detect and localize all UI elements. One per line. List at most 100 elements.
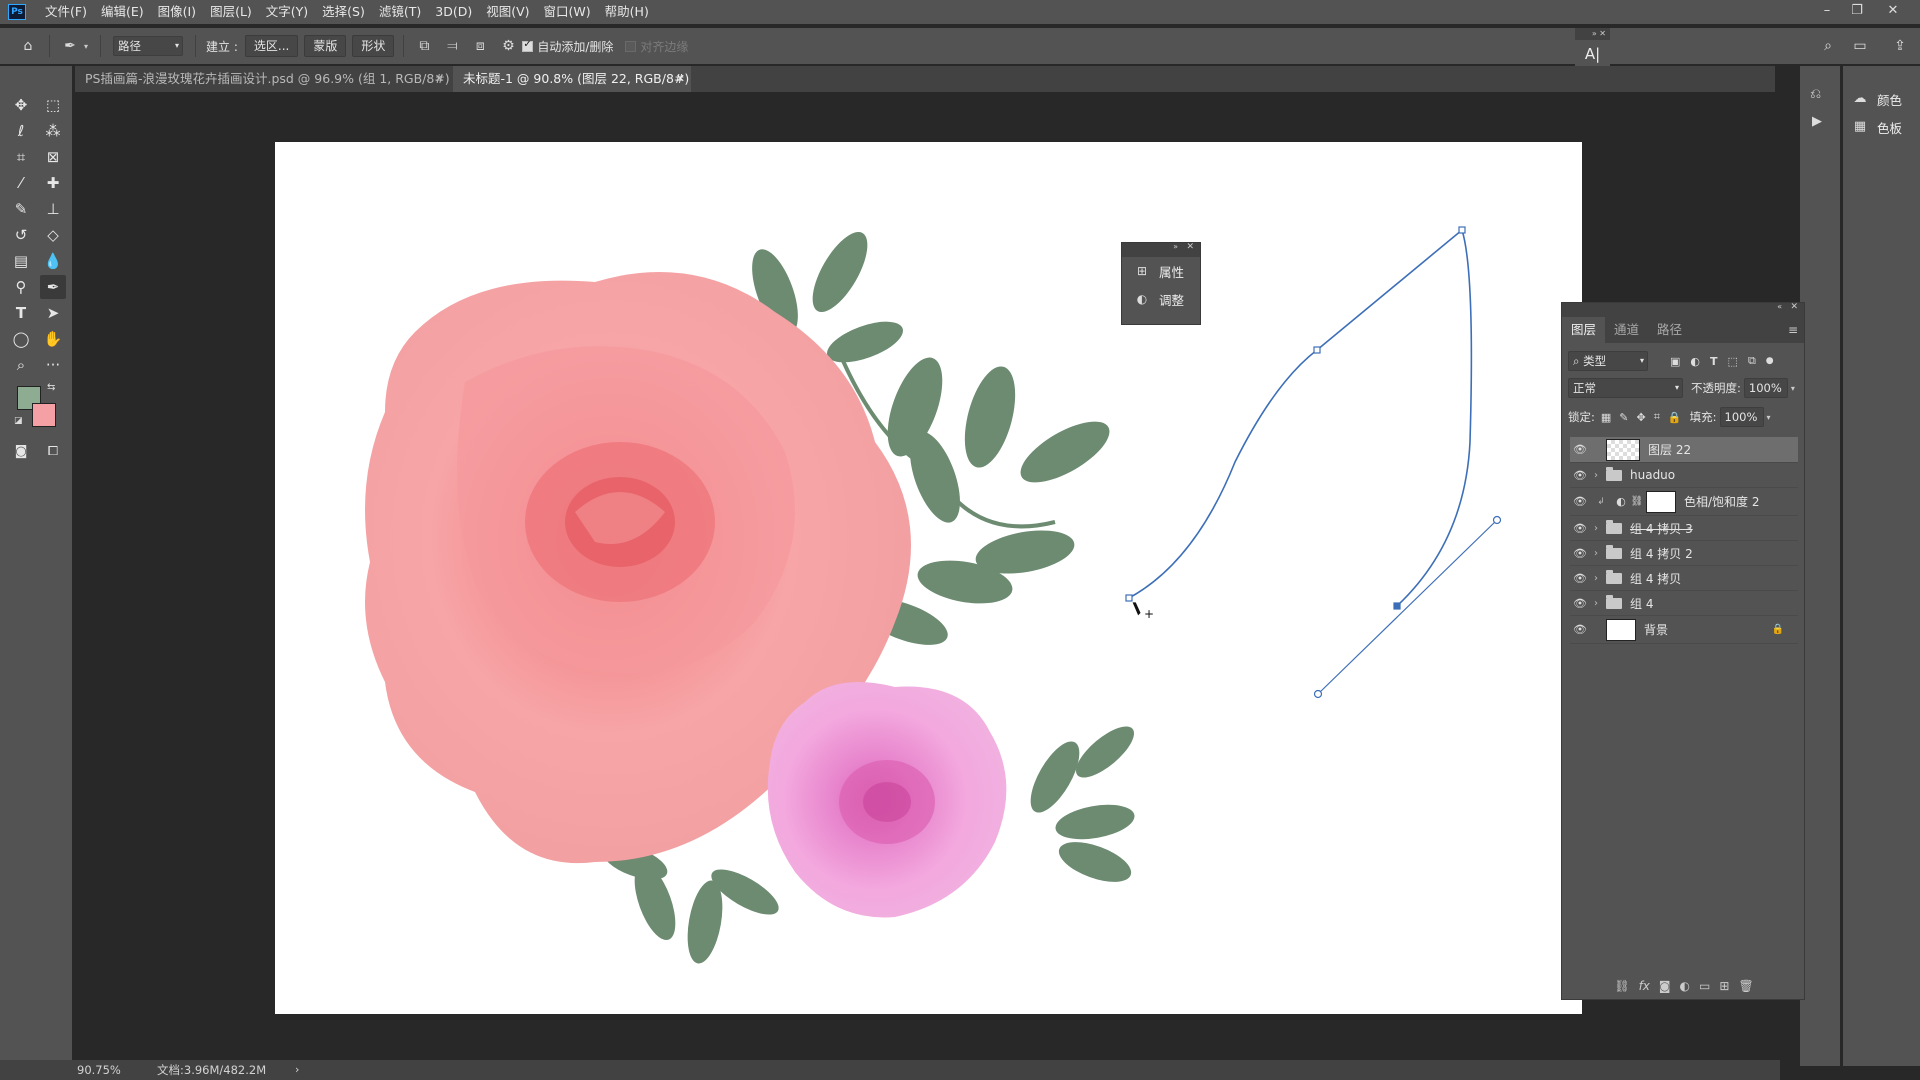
lock-image-icon[interactable]: ✎ xyxy=(1619,411,1628,424)
workspace-icon[interactable]: ▭ xyxy=(1849,35,1871,57)
add-mask-icon[interactable]: ◙ xyxy=(1659,979,1671,993)
screen-mode-icon[interactable]: ⧠ xyxy=(40,440,66,464)
trash-icon[interactable]: 🗑 xyxy=(1738,979,1753,993)
panel-menu-icon[interactable]: ≡ xyxy=(1788,317,1804,343)
frame-tool-icon[interactable]: ⊠ xyxy=(40,145,66,169)
new-group-icon[interactable]: ▭ xyxy=(1699,979,1710,993)
menu-select[interactable]: 选择(S) xyxy=(315,0,372,24)
visibility-eye-icon[interactable]: 👁 xyxy=(1570,522,1590,535)
path-operations-icon[interactable]: ⧉ xyxy=(413,35,435,57)
pen-tool-icon[interactable]: ✒ xyxy=(40,275,66,299)
menu-3d[interactable]: 3D(D) xyxy=(428,0,479,24)
stamp-tool-icon[interactable]: ⊥ xyxy=(40,197,66,221)
history-brush-tool-icon[interactable]: ↺ xyxy=(8,223,34,247)
swatches-panel-button[interactable]: ▦ 色板 xyxy=(1851,116,1902,138)
gradient-tool-icon[interactable]: ▤ xyxy=(8,249,34,273)
layer-row[interactable]: 👁 图层 22 xyxy=(1570,437,1798,463)
filter-pixel-icon[interactable]: ▣ xyxy=(1670,355,1680,368)
tab-rose-illustration[interactable]: PS插画篇-浪漫玫瑰花卉插画设计.psd @ 96.9% (组 1, RGB/8… xyxy=(75,66,450,92)
marquee-tool-icon[interactable]: ⬚ xyxy=(40,93,66,117)
document-canvas[interactable]: + xyxy=(275,142,1582,1014)
auto-add-delete-checkbox[interactable] xyxy=(522,39,534,52)
collapse-icon[interactable]: » xyxy=(1173,242,1178,251)
chevron-down-icon[interactable]: ▾ xyxy=(1767,413,1771,422)
menu-view[interactable]: 视图(V) xyxy=(479,0,536,24)
menu-layer[interactable]: 图层(L) xyxy=(203,0,259,24)
make-mask-button[interactable]: 蒙版 xyxy=(304,35,347,57)
expand-caret-icon[interactable]: › xyxy=(1590,548,1602,559)
layer-row[interactable]: 👁 › 组 4 拷贝 2 xyxy=(1570,541,1798,566)
layer-row[interactable]: 👁 ↲ ◐ ⛓ 色相/饱和度 2 xyxy=(1570,488,1798,516)
fill-input[interactable]: 100% xyxy=(1719,407,1764,427)
new-layer-icon[interactable]: ⊞ xyxy=(1719,979,1729,993)
dodge-tool-icon[interactable]: ⚲ xyxy=(8,275,34,299)
path-arrangement-icon[interactable]: ⧈ xyxy=(469,35,491,57)
ellipse-tool-icon[interactable]: ◯ xyxy=(8,327,34,351)
swap-colors-icon[interactable]: ⇆ xyxy=(47,382,55,393)
lock-position-icon[interactable]: ✥ xyxy=(1637,411,1646,424)
type-tool-icon[interactable]: T xyxy=(8,301,34,325)
chevron-right-icon[interactable]: › xyxy=(295,1060,299,1080)
minimize-icon[interactable]: – xyxy=(1812,0,1842,24)
visibility-eye-icon[interactable]: 👁 xyxy=(1570,443,1590,456)
filter-adjustment-icon[interactable]: ◐ xyxy=(1690,355,1700,368)
color-panel-button[interactable]: ☁ 颜色 xyxy=(1851,88,1903,110)
background-color-swatch[interactable] xyxy=(32,403,56,427)
more-tools-icon[interactable]: ··· xyxy=(40,353,66,377)
menu-type[interactable]: 文字(Y) xyxy=(259,0,315,24)
brush-tool-icon[interactable]: ✎ xyxy=(8,197,34,221)
visibility-eye-icon[interactable]: 👁 xyxy=(1570,597,1590,610)
menu-help[interactable]: 帮助(H) xyxy=(598,0,656,24)
healing-brush-tool-icon[interactable]: ✚ xyxy=(40,171,66,195)
zoom-tool-icon[interactable]: ⌕ xyxy=(8,353,34,377)
blend-mode-select[interactable]: 正常 ▾ xyxy=(1568,378,1683,398)
align-edges-checkbox[interactable] xyxy=(625,40,637,52)
lock-transparent-icon[interactable]: ▦ xyxy=(1601,411,1611,424)
tab-paths[interactable]: 路径 xyxy=(1648,317,1691,343)
filter-shape-icon[interactable]: ⬚ xyxy=(1728,355,1738,368)
visibility-eye-icon[interactable]: 👁 xyxy=(1570,547,1590,560)
expand-caret-icon[interactable]: › xyxy=(1590,598,1602,609)
make-shape-button[interactable]: 形状 xyxy=(352,35,395,57)
menu-edit[interactable]: 编辑(E) xyxy=(94,0,151,24)
gear-icon[interactable]: ⚙ xyxy=(497,35,519,57)
quick-mask-icon[interactable]: ◙ xyxy=(8,440,34,464)
magic-wand-tool-icon[interactable]: ⁂ xyxy=(40,119,66,143)
lock-artboard-icon[interactable]: ⌗ xyxy=(1654,410,1660,424)
pen-tool-preset-icon[interactable]: ✒ xyxy=(59,35,81,57)
link-layers-icon[interactable]: ⛓ xyxy=(1614,979,1629,993)
collapse-icon[interactable]: « xyxy=(1777,302,1782,311)
menu-file[interactable]: 文件(F) xyxy=(38,0,94,24)
new-adjustment-layer-icon[interactable]: ◐ xyxy=(1680,979,1690,993)
opacity-input[interactable]: 100% xyxy=(1743,378,1788,398)
fx-icon[interactable]: fx xyxy=(1639,979,1650,993)
close-window-icon[interactable]: ✕ xyxy=(1878,0,1908,24)
visibility-eye-icon[interactable]: 👁 xyxy=(1570,495,1590,508)
path-selection-tool-icon[interactable]: ➤ xyxy=(40,301,66,325)
tab-layers[interactable]: 图层 xyxy=(1562,317,1606,343)
close-icon[interactable]: ✕ xyxy=(435,66,444,92)
blur-tool-icon[interactable]: 💧 xyxy=(40,249,66,273)
search-icon[interactable]: ⌕ xyxy=(1817,35,1839,57)
eyedropper-tool-icon[interactable]: ⁄ xyxy=(8,171,34,195)
close-icon[interactable]: ✕ xyxy=(1790,302,1798,312)
adjustments-button[interactable]: ◐ 调整 xyxy=(1122,285,1200,313)
chevron-down-icon[interactable]: ▾ xyxy=(1791,384,1795,393)
menu-filter[interactable]: 滤镜(T) xyxy=(372,0,428,24)
filter-type-icon[interactable]: T xyxy=(1710,355,1718,368)
visibility-eye-icon[interactable]: 👁 xyxy=(1570,469,1590,482)
pen-mode-select[interactable]: 路径 ▾ xyxy=(113,36,184,56)
default-colors-icon[interactable]: ◪ xyxy=(14,416,23,426)
visibility-eye-icon[interactable]: 👁 xyxy=(1570,623,1590,636)
layer-row[interactable]: 👁 › 组 4 拷贝 3 xyxy=(1570,516,1798,541)
restore-icon[interactable]: ❐ xyxy=(1842,0,1872,24)
eraser-tool-icon[interactable]: ◇ xyxy=(40,223,66,247)
actions-play-icon[interactable]: ▶ xyxy=(1812,114,1822,129)
hand-tool-icon[interactable]: ✋ xyxy=(40,327,66,351)
layer-row[interactable]: 👁 › 组 4 拷贝 xyxy=(1570,566,1798,591)
lock-all-icon[interactable]: 🔒 xyxy=(1668,411,1682,424)
move-tool-icon[interactable]: ✥ xyxy=(8,93,34,117)
menu-window[interactable]: 窗口(W) xyxy=(537,0,598,24)
filter-type-select[interactable]: ⌕ 类型 ▾ xyxy=(1568,351,1648,371)
filter-toggle-icon[interactable]: ● xyxy=(1766,356,1774,366)
